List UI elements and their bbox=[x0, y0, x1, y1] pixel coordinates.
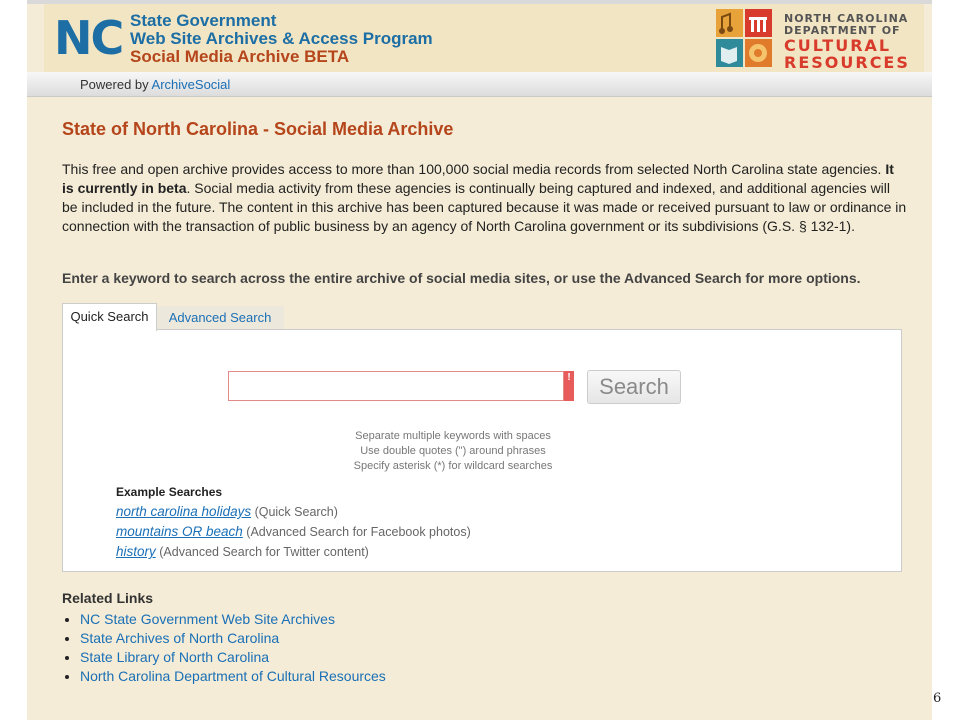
tab-advanced-search[interactable]: Advanced Search bbox=[156, 306, 284, 329]
example-search-row: north carolina holidays (Quick Search) bbox=[116, 502, 471, 522]
intro-text: This free and open archive provides acce… bbox=[62, 161, 886, 177]
search-hint: Use double quotes (") around phrases bbox=[360, 445, 546, 457]
tab-quick-search[interactable]: Quick Search bbox=[62, 303, 157, 331]
example-search-link[interactable]: history bbox=[116, 544, 156, 559]
example-search-row: history (Advanced Search for Twitter con… bbox=[116, 542, 471, 562]
related-link[interactable]: State Library of North Carolina bbox=[80, 649, 269, 665]
site-banner: NC State Government Web Site Archives & … bbox=[44, 4, 924, 72]
archivesocial-link[interactable]: ArchiveSocial bbox=[152, 77, 231, 92]
dcr-line-large: CULTURAL bbox=[784, 36, 892, 55]
related-links-heading: Related Links bbox=[62, 590, 154, 606]
cultural-resources-emblem-icon bbox=[716, 9, 772, 67]
page-title: State of North Carolina - Social Media A… bbox=[62, 119, 454, 139]
example-search-link[interactable]: north carolina holidays bbox=[116, 504, 251, 519]
list-item: NC State Government Web Site Archives bbox=[80, 610, 386, 629]
intro-paragraph: This free and open archive provides acce… bbox=[62, 160, 907, 236]
program-title-line: State Government bbox=[130, 11, 277, 30]
example-searches-heading: Example Searches bbox=[116, 485, 223, 499]
cultural-resources-wordmark: NORTH CAROLINA DEPARTMENT OF CULTURAL RE… bbox=[784, 13, 910, 72]
example-searches: Example Searches north carolina holidays… bbox=[116, 483, 471, 562]
search-input-error-indicator: ! bbox=[564, 371, 574, 401]
program-title: State Government Web Site Archives & Acc… bbox=[130, 12, 433, 66]
page: NC State Government Web Site Archives & … bbox=[27, 0, 932, 720]
list-item: State Library of North Carolina bbox=[80, 648, 386, 667]
quick-search-panel: ! Search Separate multiple keywords with… bbox=[62, 329, 902, 572]
example-search-note: (Advanced Search for Facebook photos) bbox=[242, 525, 471, 539]
example-search-note: (Quick Search) bbox=[251, 505, 338, 519]
example-search-row: mountains OR beach (Advanced Search for … bbox=[116, 522, 471, 542]
search-hints: Separate multiple keywords with spaces U… bbox=[263, 429, 643, 474]
related-links: Related Links NC State Government Web Si… bbox=[62, 590, 386, 686]
related-link[interactable]: NC State Government Web Site Archives bbox=[80, 611, 335, 627]
related-links-list: NC State Government Web Site Archives St… bbox=[62, 610, 386, 686]
powered-by-text: Powered by ArchiveSocial bbox=[80, 77, 230, 92]
intro-text: . Social media activity from these agenc… bbox=[62, 180, 907, 234]
powered-by-prefix: Powered by bbox=[80, 77, 152, 92]
slide-page-number: 6 bbox=[933, 691, 942, 706]
program-subtitle-beta: Social Media Archive BETA bbox=[130, 47, 350, 66]
dcr-line-large: RESOURCES bbox=[784, 53, 910, 72]
search-input[interactable] bbox=[228, 371, 564, 401]
search-instruction: Enter a keyword to search across the ent… bbox=[62, 270, 861, 286]
cultural-resources-logo[interactable]: NORTH CAROLINA DEPARTMENT OF CULTURAL RE… bbox=[716, 7, 922, 72]
list-item: North Carolina Department of Cultural Re… bbox=[80, 667, 386, 686]
search-hint: Separate multiple keywords with spaces bbox=[355, 430, 551, 442]
program-title-line: Web Site Archives & Access Program bbox=[130, 29, 433, 48]
powered-by-bar: Powered by ArchiveSocial bbox=[27, 72, 932, 97]
list-item: State Archives of North Carolina bbox=[80, 629, 386, 648]
search-button[interactable]: Search bbox=[587, 370, 681, 404]
related-link[interactable]: North Carolina Department of Cultural Re… bbox=[80, 668, 386, 684]
related-link[interactable]: State Archives of North Carolina bbox=[80, 630, 279, 646]
nc-logo[interactable]: NC bbox=[54, 12, 124, 64]
example-search-note: (Advanced Search for Twitter content) bbox=[155, 545, 369, 559]
search-hint: Specify asterisk (*) for wildcard search… bbox=[353, 460, 553, 472]
example-search-link[interactable]: mountains OR beach bbox=[116, 524, 243, 539]
